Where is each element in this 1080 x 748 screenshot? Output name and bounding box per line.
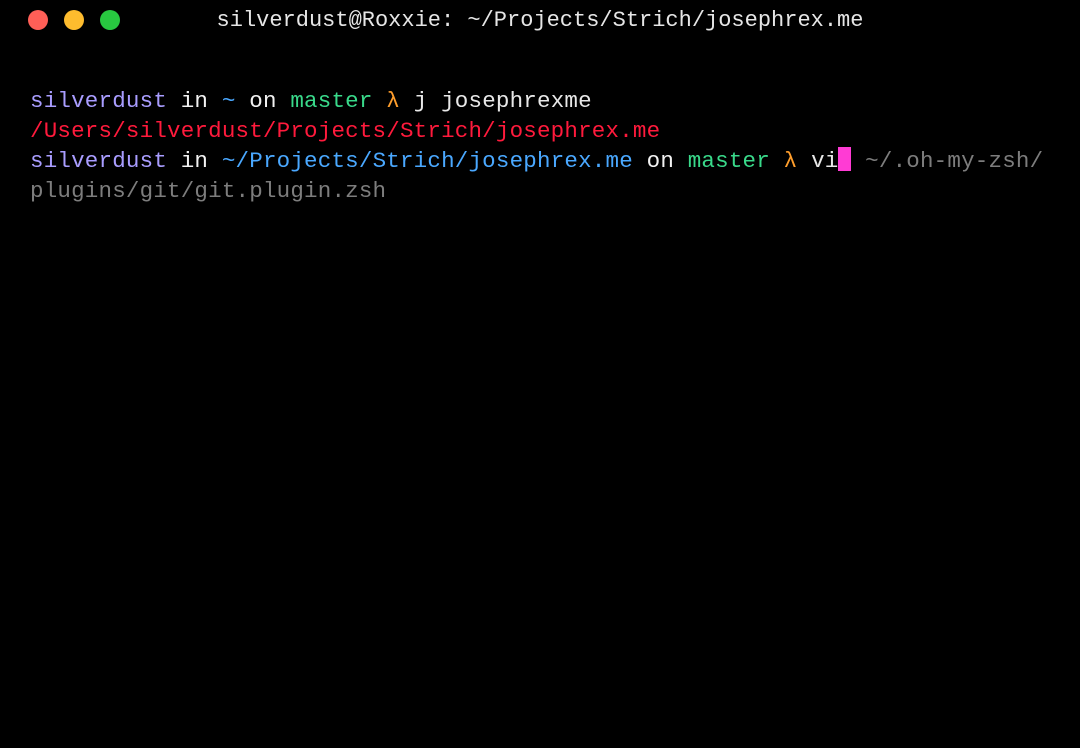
prompt-branch: master: [688, 148, 770, 174]
prompt-branch: master: [290, 88, 372, 114]
close-icon[interactable]: [28, 10, 48, 30]
minimize-icon[interactable]: [64, 10, 84, 30]
prompt-sep-in: in: [167, 88, 222, 114]
terminal-window: silverdust@Roxxie: ~/Projects/Strich/jos…: [0, 0, 1080, 748]
prompt-sep-on: on: [236, 88, 291, 114]
prompt-sep-on: on: [633, 148, 688, 174]
zoom-icon[interactable]: [100, 10, 120, 30]
titlebar: silverdust@Roxxie: ~/Projects/Strich/jos…: [0, 0, 1080, 40]
terminal-content[interactable]: silverdust in ~ on master λ j josephrexm…: [0, 40, 1080, 206]
prompt-lambda: λ: [770, 148, 811, 174]
prompt-user: silverdust: [30, 88, 167, 114]
command-text: j josephrexme: [414, 88, 592, 114]
prompt-path: ~/Projects/Strich/josephrex.me: [222, 148, 633, 174]
prompt-sep-in: in: [167, 148, 222, 174]
prompt-path: ~: [222, 88, 236, 114]
typed-command: vi: [811, 148, 838, 174]
command-output: /Users/silverdust/Projects/Strich/joseph…: [30, 118, 660, 144]
window-title: silverdust@Roxxie: ~/Projects/Strich/jos…: [0, 8, 1080, 33]
cursor-icon: [838, 147, 851, 171]
traffic-lights: [0, 10, 120, 30]
prompt-lambda: λ: [373, 88, 414, 114]
prompt-user: silverdust: [30, 148, 167, 174]
